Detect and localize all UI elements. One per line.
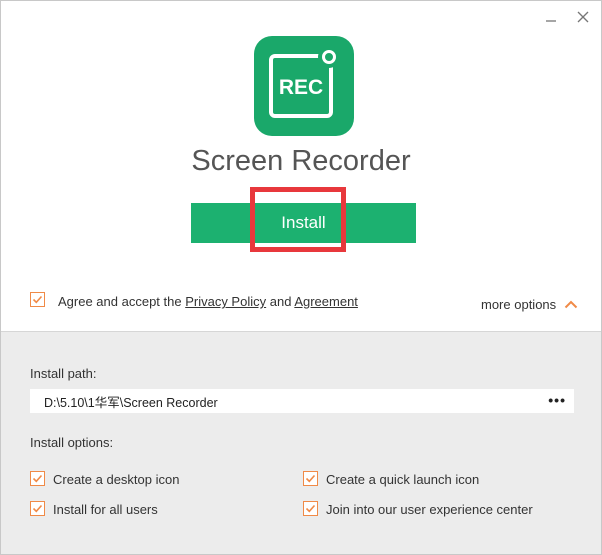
top-panel: REC Screen Recorder Install Agree and ac… (1, 1, 601, 332)
checkmark-icon (32, 295, 43, 304)
install-options-label: Install options: (30, 435, 114, 450)
close-icon (577, 11, 589, 23)
agreement-conjunction: and (266, 294, 295, 309)
install-path-value: D:\5.10\1华军\Screen Recorder (44, 395, 218, 410)
desktop-icon-checkbox[interactable] (30, 471, 45, 486)
experience-center-checkbox[interactable] (303, 501, 318, 516)
agree-checkbox[interactable] (30, 292, 45, 307)
all-users-checkbox[interactable] (30, 501, 45, 516)
browse-button[interactable]: ••• (548, 393, 566, 407)
close-button[interactable] (573, 7, 593, 27)
chevron-up-icon (564, 300, 578, 309)
minimize-button[interactable] (541, 7, 561, 27)
agreement-link[interactable]: Agreement (294, 294, 358, 309)
minimize-icon (546, 20, 556, 22)
checkmark-icon (305, 474, 316, 483)
quick-launch-label: Create a quick launch icon (326, 472, 480, 487)
more-options-toggle[interactable]: more options (481, 297, 578, 312)
install-path-label: Install path: (30, 366, 97, 381)
quick-launch-checkbox[interactable] (303, 471, 318, 486)
app-logo: REC (254, 36, 354, 136)
more-options-label: more options (481, 297, 557, 312)
record-dot-icon (322, 50, 336, 64)
agreement-prefix: Agree and accept the (58, 294, 186, 309)
installer-window: REC Screen Recorder Install Agree and ac… (0, 0, 602, 555)
agreement-text: Agree and accept the Privacy Policy and … (58, 294, 358, 309)
all-users-label: Install for all users (53, 502, 158, 517)
checkmark-icon (32, 504, 43, 513)
desktop-icon-label: Create a desktop icon (53, 472, 180, 487)
app-title: Screen Recorder (191, 145, 411, 177)
privacy-policy-link[interactable]: Privacy Policy (185, 294, 266, 309)
install-path-field[interactable]: D:\5.10\1华军\Screen Recorder ••• (30, 389, 574, 413)
logo-text: REC (278, 76, 324, 99)
experience-center-label: Join into our user experience center (326, 502, 533, 517)
checkmark-icon (305, 504, 316, 513)
checkmark-icon (32, 474, 43, 483)
install-button[interactable]: Install (191, 203, 416, 243)
